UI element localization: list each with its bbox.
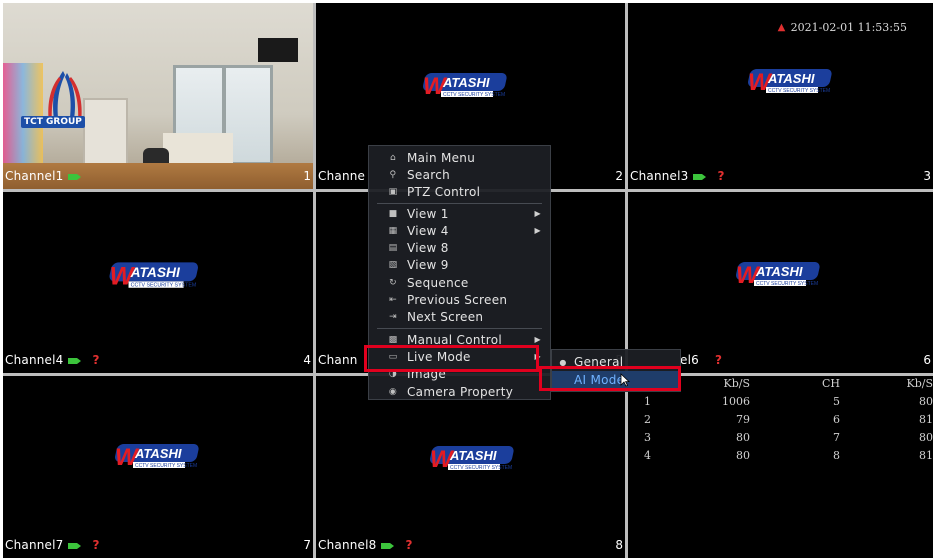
watashi-logo-icon: W ATASHI CCTV SECURITY SYSTEM [736, 262, 820, 289]
tct-logo-icon [48, 71, 82, 125]
menu-item-sequence[interactable]: ↻ Sequence [369, 274, 550, 291]
submenu-arrow-icon: ▶ [534, 335, 541, 344]
watashi-logo-icon: W ATASHI CCTV SECURITY SYSTEM [748, 69, 832, 96]
channel-number: 2 [615, 169, 623, 183]
mouse-cursor-icon [620, 373, 630, 387]
watashi-logo-icon: W ATASHI CCTV SECURITY SYSTEM [115, 444, 199, 471]
search-icon: ⚲ [389, 169, 397, 180]
channel-number: 8 [615, 538, 623, 552]
highlight-ai-mode [539, 366, 681, 391]
no-signal-icon: ? [405, 538, 413, 552]
alarm-bell-icon: ▲ [777, 22, 786, 33]
view8-icon: ▤ [388, 242, 398, 253]
record-icon [67, 357, 81, 364]
watashi-logo-icon: W ATASHI CCTV SECURITY SYSTEM [109, 262, 198, 291]
menu-item-view-4[interactable]: ▦ View 4 ▶ [369, 222, 550, 239]
menu-item-view-9[interactable]: ▧ View 9 [369, 256, 550, 273]
highlight-live-mode [364, 345, 539, 372]
submenu-arrow-icon: ▶ [534, 226, 541, 235]
channel-tile-7[interactable]: W ATASHI CCTV SECURITY SYSTEM Channel7? … [3, 376, 313, 558]
bitrate-row: 4 80 8 81 [644, 448, 933, 462]
channel-number: 6 [923, 353, 931, 367]
menu-item-ptz-control[interactable]: ▣ PTZ Control [369, 183, 550, 200]
menu-separator [377, 203, 542, 204]
channel-label: Channel4? [5, 353, 100, 367]
bitrate-row: 3 80 7 80 [644, 430, 933, 444]
channel-label: Channe [318, 169, 366, 183]
channel-tile-3[interactable]: ▲ 2021-02-01 11:53:55 W ATASHI CCTV SECU… [628, 3, 933, 189]
manual-icon: ▩ [388, 334, 398, 345]
watashi-logo: W ATASHI CCTV SECURITY SYSTEM [746, 63, 836, 97]
previous-icon: ⇤ [389, 294, 397, 305]
grid-divider [625, 3, 628, 558]
watashi-logo: W ATASHI CCTV SECURITY SYSTEM [428, 440, 518, 474]
menu-item-next-screen[interactable]: ⇥ Next Screen [369, 308, 550, 325]
menu-item-previous-screen[interactable]: ⇤ Previous Screen [369, 291, 550, 308]
menu-item-camera-property[interactable]: ◉ Camera Property [369, 383, 550, 400]
channel-label: Channel3? [630, 169, 725, 183]
svg-text:CCTV SECURITY SYSTEM: CCTV SECURITY SYSTEM [131, 283, 197, 289]
svg-text:ATASHI: ATASHI [755, 264, 803, 279]
channel-label: Channel7? [5, 538, 100, 552]
channel-number: 4 [303, 353, 311, 367]
view4-icon: ▦ [388, 225, 398, 236]
svg-text:CCTV SECURITY SYSTEM: CCTV SECURITY SYSTEM [443, 92, 505, 98]
no-signal-icon: ? [717, 169, 725, 183]
bitrate-row: 2 79 6 81 [644, 412, 933, 426]
svg-text:CCTV SECURITY SYSTEM: CCTV SECURITY SYSTEM [768, 88, 830, 94]
channel-tile-6[interactable]: W ATASHI CCTV SECURITY SYSTEM el6? 6 [628, 192, 933, 373]
view1-icon: ■ [388, 208, 398, 219]
grid-divider [313, 3, 316, 558]
record-icon [67, 173, 81, 180]
svg-text:ATASHI: ATASHI [767, 71, 815, 86]
watashi-logo: W ATASHI CCTV SECURITY SYSTEM [113, 438, 203, 472]
record-icon [67, 542, 81, 549]
bitrate-row: 1 1006 5 80 [644, 394, 933, 408]
channel-tile-4[interactable]: W ATASHI CCTV SECURITY SYSTEM Channel4? … [3, 192, 313, 373]
svg-text:ATASHI: ATASHI [442, 75, 490, 90]
datetime-display: ▲ 2021-02-01 11:53:55 [777, 21, 907, 34]
no-signal-icon: ? [92, 353, 100, 367]
next-icon: ⇥ [389, 311, 397, 322]
no-signal-icon: ? [714, 353, 723, 367]
channel-number: 3 [923, 169, 931, 183]
watashi-logo: W ATASHI CCTV SECURITY SYSTEM [105, 256, 205, 292]
ptz-icon: ▣ [388, 186, 398, 197]
channel-tile-8[interactable]: W ATASHI CCTV SECURITY SYSTEM Channel8? … [316, 376, 625, 558]
submenu-arrow-icon: ▶ [534, 209, 541, 218]
watashi-logo-icon: W ATASHI CCTV SECURITY SYSTEM [430, 446, 514, 473]
svg-text:CCTV SECURITY SYSTEM: CCTV SECURITY SYSTEM [756, 281, 818, 287]
channel-label: Chann [318, 353, 358, 367]
channel-number: 1 [303, 169, 311, 183]
home-icon: ⌂ [389, 152, 396, 163]
watashi-logo-icon: W ATASHI CCTV SECURITY SYSTEM [423, 73, 507, 100]
svg-text:ATASHI: ATASHI [130, 265, 181, 280]
svg-text:ATASHI: ATASHI [449, 448, 497, 463]
camera-feed-image: TCT GROUP [3, 3, 313, 189]
menu-item-view-1[interactable]: ■ View 1 ▶ [369, 205, 550, 222]
menu-separator [377, 328, 542, 329]
svg-text:CCTV SECURITY SYSTEM: CCTV SECURITY SYSTEM [135, 463, 197, 469]
view9-icon: ▧ [388, 259, 398, 270]
channel-label: Channel8? [318, 538, 413, 552]
tct-group-label: TCT GROUP [21, 116, 85, 128]
watashi-logo: W ATASHI CCTV SECURITY SYSTEM [732, 256, 826, 290]
watashi-logo: W ATASHI CCTV SECURITY SYSTEM [421, 67, 511, 101]
record-icon [380, 542, 394, 549]
no-signal-icon: ? [92, 538, 100, 552]
channel-tile-1[interactable]: TCT GROUP Channel1 1 [3, 3, 313, 189]
camera-icon: ◉ [388, 386, 398, 397]
channel-label: Channel1 [5, 169, 81, 183]
record-icon [692, 173, 706, 180]
menu-item-view-8[interactable]: ▤ View 8 [369, 239, 550, 256]
svg-text:ATASHI: ATASHI [134, 446, 182, 461]
channel-label: el6? [680, 353, 723, 367]
menu-item-main-menu[interactable]: ⌂ Main Menu [369, 149, 550, 166]
menu-item-search[interactable]: ⚲ Search [369, 166, 550, 183]
channel-number: 7 [303, 538, 311, 552]
svg-text:CCTV SECURITY SYSTEM: CCTV SECURITY SYSTEM [450, 465, 512, 471]
sequence-icon: ↻ [389, 277, 397, 288]
